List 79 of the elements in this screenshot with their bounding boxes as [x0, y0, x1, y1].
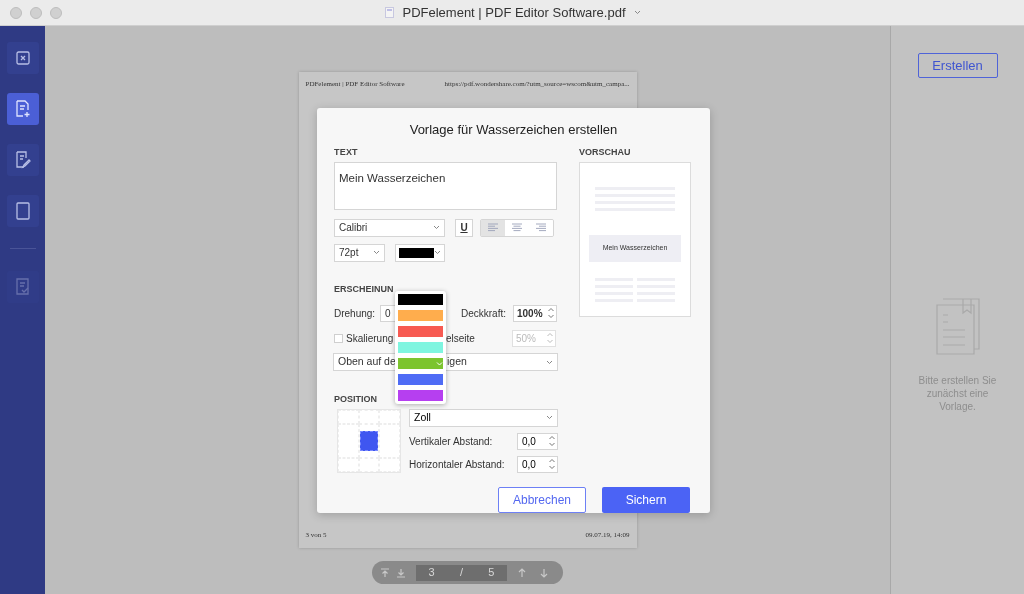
window-control[interactable]: [50, 6, 62, 19]
last-page-icon[interactable]: [396, 567, 406, 578]
sidebar-item[interactable]: [6, 42, 39, 74]
color-option[interactable]: [398, 390, 443, 401]
opacity-field[interactable]: 100%: [513, 304, 557, 322]
stepper-icon[interactable]: [547, 306, 555, 320]
section-label: TEXT: [334, 146, 359, 159]
unit-select[interactable]: Zoll: [409, 408, 558, 427]
current-page: 3: [428, 565, 435, 581]
document-plus-icon: [14, 100, 31, 118]
close-icon: [15, 51, 30, 65]
color-option[interactable]: [398, 342, 443, 353]
position-cell[interactable]: [338, 423, 359, 458]
section-label: ERSCHEINUN: [334, 282, 394, 296]
color-option[interactable]: [398, 358, 443, 369]
position-cell[interactable]: [338, 409, 359, 424]
align-left-icon: [487, 223, 499, 232]
opacity-label: Deckkraft:: [461, 306, 507, 321]
first-page-icon[interactable]: [380, 567, 390, 578]
total-pages: 5: [488, 565, 495, 581]
previous-page-icon[interactable]: [517, 567, 527, 578]
color-option[interactable]: [398, 374, 443, 385]
size-select[interactable]: 72pt: [334, 243, 385, 262]
color-select[interactable]: [395, 243, 445, 262]
document-pencil-icon: [14, 151, 31, 169]
color-option[interactable]: [398, 326, 443, 337]
rotation-label: Drehung:: [334, 306, 377, 321]
section-label: POSITION: [334, 393, 377, 406]
sidebar-item[interactable]: [6, 93, 39, 125]
scale-label: elseite: [446, 331, 476, 346]
horizontal-spacing-field[interactable]: 0,0: [517, 455, 558, 473]
chevron-down-icon: [373, 250, 380, 255]
window-control[interactable]: [30, 6, 42, 19]
window-title: PDFelement | PDF Editor Software.pdf: [402, 3, 626, 22]
chevron-down-icon: [434, 250, 441, 255]
watermark-text-field[interactable]: Mein Wasserzeichen: [334, 161, 557, 210]
document-stack-icon: [934, 297, 981, 355]
chevron-down-icon: [546, 359, 553, 365]
position-cell[interactable]: [379, 423, 400, 458]
horizontal-spacing-label: Horizontaler Abstand:: [409, 457, 505, 472]
font-select[interactable]: Calibri: [334, 218, 445, 237]
page-number-field[interactable]: 3 / 5: [416, 564, 507, 581]
page-separator: /: [459, 565, 463, 581]
section-label: VORSCHAU: [579, 146, 632, 159]
chevron-down-icon: [433, 225, 440, 230]
align-button[interactable]: [529, 219, 553, 236]
document-check-icon: [14, 278, 31, 296]
align-center-icon: [511, 223, 523, 232]
cancel-button[interactable]: Abbrechen: [498, 486, 586, 513]
dialog-title: Vorlage für Wasserzeichen erstellen: [409, 122, 618, 137]
title-chevron-icon: [633, 10, 641, 15]
layer-select-text: Oben auf de: [338, 354, 396, 370]
scale-checkbox[interactable]: [334, 333, 343, 343]
vertical-spacing-label: Vertikaler Abstand:: [409, 434, 493, 449]
sidebar-item[interactable]: [6, 144, 39, 176]
vertical-spacing-field[interactable]: 0,0: [517, 432, 558, 450]
position-cell[interactable]: [358, 423, 380, 458]
align-button[interactable]: [505, 219, 529, 236]
chevron-down-icon: [546, 415, 553, 420]
scale-label: Skalierung: [346, 331, 395, 346]
position-cell[interactable]: [358, 409, 380, 424]
next-page-icon[interactable]: [539, 567, 549, 578]
page-icon: [15, 202, 30, 220]
position-cell[interactable]: [358, 457, 380, 472]
position-cell[interactable]: [379, 409, 400, 424]
stepper-icon[interactable]: [548, 434, 556, 448]
document-icon: [385, 7, 395, 18]
align-button[interactable]: [481, 219, 505, 236]
color-option[interactable]: [398, 294, 443, 305]
sidebar-item[interactable]: [6, 195, 39, 227]
align-right-icon: [535, 223, 547, 232]
color-option[interactable]: [398, 310, 443, 321]
stepper-icon[interactable]: [548, 457, 556, 471]
save-button[interactable]: Sichern: [602, 486, 690, 513]
layer-select-text: igen: [447, 354, 468, 370]
window-control[interactable]: [10, 6, 22, 19]
position-cell[interactable]: [379, 457, 400, 472]
underline-button[interactable]: U: [455, 218, 473, 237]
position-cell[interactable]: [338, 457, 359, 472]
